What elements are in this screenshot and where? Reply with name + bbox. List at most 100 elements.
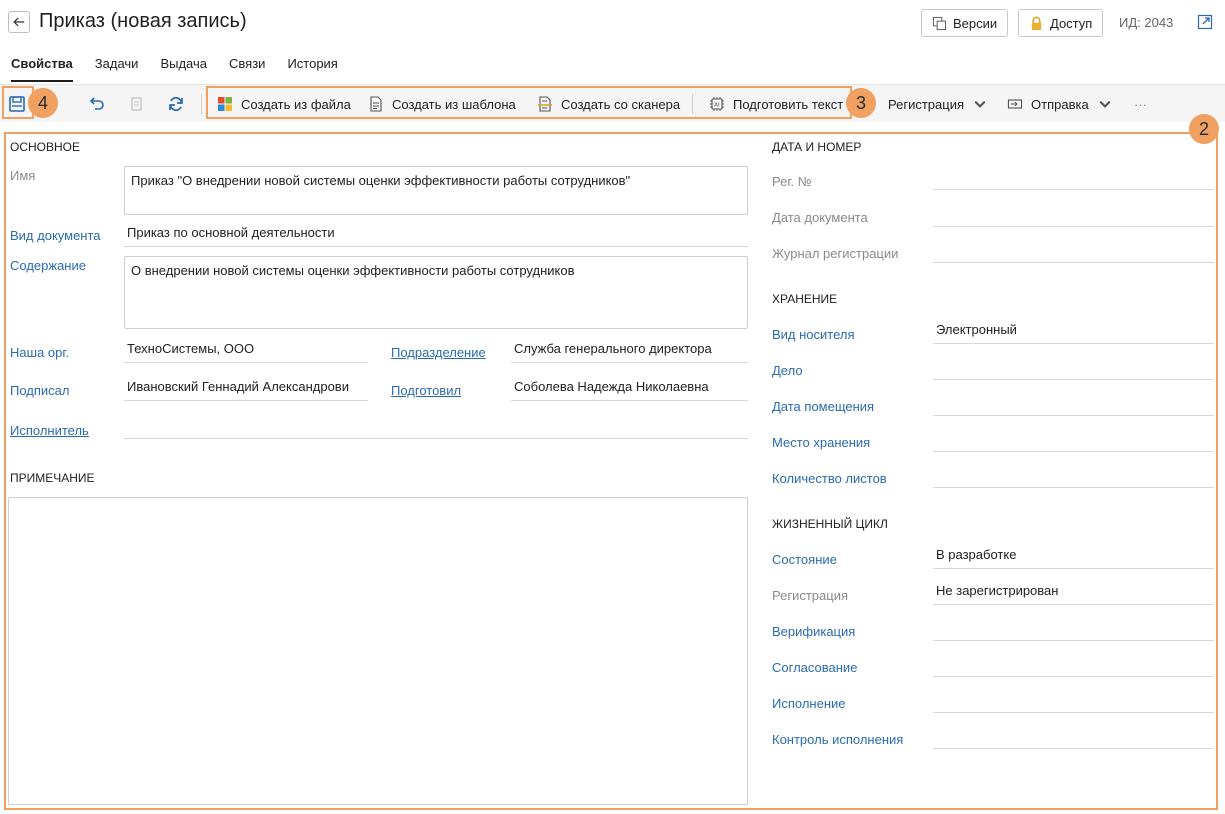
tab-links[interactable]: Связи [218,50,276,82]
undo-button[interactable] [86,94,106,114]
content-field[interactable]: О внедрении новой системы оценки эффекти… [124,256,748,329]
control-label: Контроль исполнения [772,732,904,747]
toolbar: Создать из файла Создать из шаблона Созд… [0,84,1225,122]
toolbar-separator [692,94,693,114]
svg-text:AI: AI [714,103,720,109]
executor-label[interactable]: Исполнитель [10,423,89,438]
back-button[interactable] [8,11,30,33]
reg-no-field[interactable] [933,168,1214,190]
save-button[interactable] [7,94,27,114]
execution-field[interactable] [933,691,1214,713]
tab-properties[interactable]: Свойства [0,50,84,82]
our-org-label: Наша орг. [10,345,70,360]
callout-4-badge: 4 [28,88,58,118]
toolbar-separator [201,94,202,114]
tab-history[interactable]: История [276,50,348,82]
signed-field[interactable]: Ивановский Геннадий Александрови [124,379,368,401]
signed-label: Подписал [10,383,70,398]
control-field[interactable] [933,727,1214,749]
section-note-title: ПРИМЕЧАНИЕ [10,471,95,485]
chevron-down-icon [974,100,986,108]
document-icon [370,96,382,112]
reg-no-label: Рег. № [772,174,812,189]
doc-date-field[interactable] [933,205,1214,227]
sending-dropdown[interactable]: Отправка [1007,94,1113,114]
note-field[interactable] [8,497,748,805]
sheets-field[interactable] [933,466,1214,488]
doc-date-label: Дата документа [772,210,868,225]
section-main-title: ОСНОВНОЕ [10,140,81,154]
journal-label: Журнал регистрации [772,246,899,261]
ai-chip-icon: AI [710,97,724,111]
executor-field[interactable] [124,417,748,439]
callout-3-badge: 3 [846,88,876,118]
create-from-template-label: Создать из шаблона [392,96,516,112]
prepared-label[interactable]: Подготовил [391,383,461,398]
name-field[interactable]: Приказ "О внедрении новой системы оценки… [124,166,748,215]
department-label[interactable]: Подразделение [391,345,486,360]
send-icon [1007,99,1023,109]
verification-field[interactable] [933,619,1214,641]
section-date-number-title: ДАТА И НОМЕР [772,140,862,154]
registration-state-field[interactable]: Не зарегистрирован [933,583,1214,605]
copy-button[interactable] [126,94,146,114]
access-label: Доступ [1050,15,1093,31]
create-from-scanner-label: Создать со сканера [561,96,681,112]
section-storage-title: ХРАНЕНИЕ [772,292,838,306]
prepared-field[interactable]: Соболева Надежда Николаевна [511,379,748,401]
arrow-left-icon [13,17,25,27]
versions-icon [932,16,947,30]
create-from-file-label: Создать из файла [241,96,351,112]
lock-icon [1031,16,1042,30]
versions-button[interactable]: Версии [921,9,1009,37]
doc-kind-field[interactable]: Приказ по основной деятельности [124,225,748,247]
record-id: ИД: 2043 [1119,15,1174,30]
place-field[interactable] [933,430,1214,452]
refresh-icon [169,96,183,112]
prepare-text-button[interactable]: AI Подготовить текст [709,94,843,114]
versions-label: Версии [953,15,998,31]
sending-label: Отправка [1031,96,1089,112]
page-title: Приказ (новая запись) [39,10,247,32]
sheets-label: Количество листов [772,471,887,486]
section-lifecycle-title: ЖИЗНЕННЫЙ ЦИКЛ [772,517,888,531]
office-icon [218,97,232,111]
doc-kind-label: Вид документа [10,228,101,243]
approval-field[interactable] [933,655,1214,677]
open-external-icon[interactable] [1197,14,1213,30]
create-from-template-button[interactable]: Создать из шаблона [368,94,516,114]
scanner-icon [538,96,552,112]
placement-date-field[interactable] [933,394,1214,416]
access-button[interactable]: Доступ [1018,9,1104,37]
execution-label: Исполнение [772,696,846,711]
tab-tasks[interactable]: Задачи [84,50,150,82]
header: Приказ (новая запись) Версии Доступ ИД: … [0,0,1225,46]
create-from-file-button[interactable]: Создать из файла [217,94,351,114]
journal-field[interactable] [933,241,1214,263]
undo-icon [89,97,104,110]
case-label: Дело [772,363,803,378]
registration-label: Регистрация [888,96,964,112]
department-field[interactable]: Служба генерального директора [511,341,748,363]
content-label: Содержание [10,258,86,273]
verification-label: Верификация [772,624,856,639]
state-field[interactable]: В разработке [933,547,1214,569]
medium-label: Вид носителя [772,327,855,342]
create-from-scanner-button[interactable]: Создать со сканера [537,94,680,114]
tab-issuance[interactable]: Выдача [149,50,218,82]
registration-state-label: Регистрация [772,588,848,603]
name-label: Имя [10,168,36,183]
state-label: Состояние [772,552,837,567]
place-label: Место хранения [772,435,871,450]
case-field[interactable] [933,358,1214,380]
medium-field[interactable]: Электронный [933,322,1214,344]
our-org-field[interactable]: ТехноСистемы, ООО [124,341,368,363]
copy-icon [131,97,142,111]
more-actions-button[interactable]: ··· [1134,94,1147,114]
refresh-button[interactable] [166,94,186,114]
save-icon [9,96,25,112]
callout-2-badge: 2 [1189,114,1219,144]
chevron-down-icon [1099,100,1111,108]
registration-dropdown[interactable]: Регистрация [870,94,988,114]
placement-date-label: Дата помещения [772,399,875,414]
